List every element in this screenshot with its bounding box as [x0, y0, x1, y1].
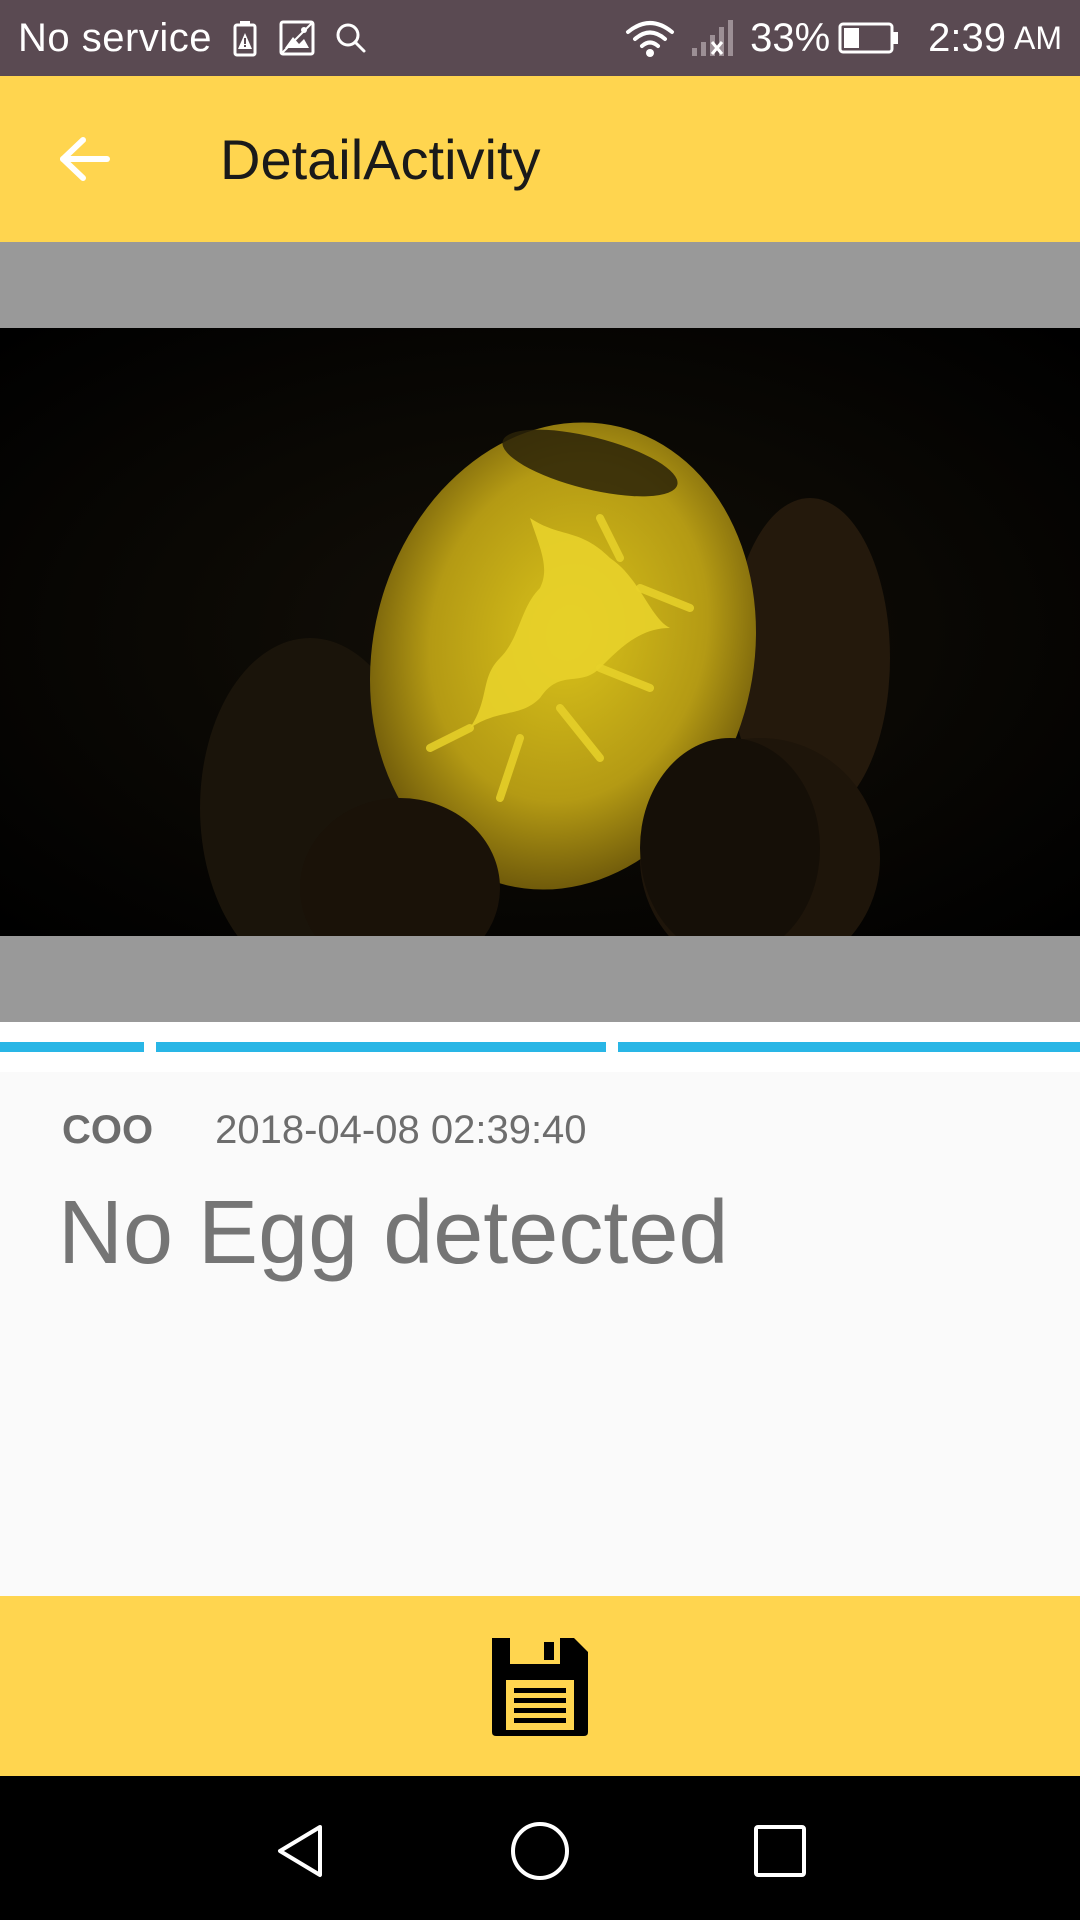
egg-code: COO — [62, 1108, 154, 1152]
nav-recents-button[interactable] — [735, 1806, 825, 1896]
status-right: 33% 2:39 AM — [624, 16, 1062, 61]
back-button[interactable] — [36, 111, 132, 207]
candled-egg-photo[interactable] — [0, 328, 1080, 936]
system-nav-bar — [0, 1776, 1080, 1920]
bottom-bar — [0, 1596, 1080, 1776]
detail-content: COO 2018-04-08 02:39:40 No Egg detected — [0, 1072, 1080, 1596]
back-triangle-icon — [278, 1825, 322, 1877]
clock-time: 2:39 — [928, 15, 1006, 60]
recents-square-icon — [754, 1825, 806, 1877]
clock-ampm: AM — [1014, 19, 1062, 56]
egg-image — [0, 328, 1080, 936]
arrow-left-icon — [60, 137, 110, 181]
timestamp: 2018-04-08 02:39:40 — [215, 1108, 587, 1152]
wifi-icon — [624, 18, 676, 58]
save-button[interactable] — [475, 1621, 605, 1751]
image-area — [0, 242, 1080, 1022]
home-circle-icon — [511, 1822, 569, 1880]
nav-home-button[interactable] — [495, 1806, 585, 1896]
page-title: DetailActivity — [220, 127, 541, 191]
search-icon — [334, 21, 368, 55]
detection-result: No Egg detected — [58, 1183, 729, 1283]
app-bar: DetailActivity — [0, 76, 1080, 242]
progress-segment-1 — [0, 1042, 144, 1052]
nav-back-button[interactable] — [255, 1806, 345, 1896]
signal-no-service-icon — [690, 18, 736, 58]
meta-row: COO 2018-04-08 02:39:40 — [62, 1108, 587, 1153]
battery-icon — [838, 21, 900, 55]
carrier-text: No service — [18, 15, 212, 60]
status-bar: No service 33% 2:39 AM — [0, 0, 1080, 76]
status-left: No service — [18, 16, 368, 61]
progress-segment-3 — [618, 1042, 1080, 1052]
progress-strip — [0, 1022, 1080, 1072]
progress-segment-2 — [156, 1042, 606, 1052]
image-icon — [278, 19, 316, 57]
floppy-save-icon — [492, 1638, 588, 1736]
battery-percent: 33% — [750, 15, 831, 60]
battery-saver-alert-icon — [230, 19, 260, 57]
